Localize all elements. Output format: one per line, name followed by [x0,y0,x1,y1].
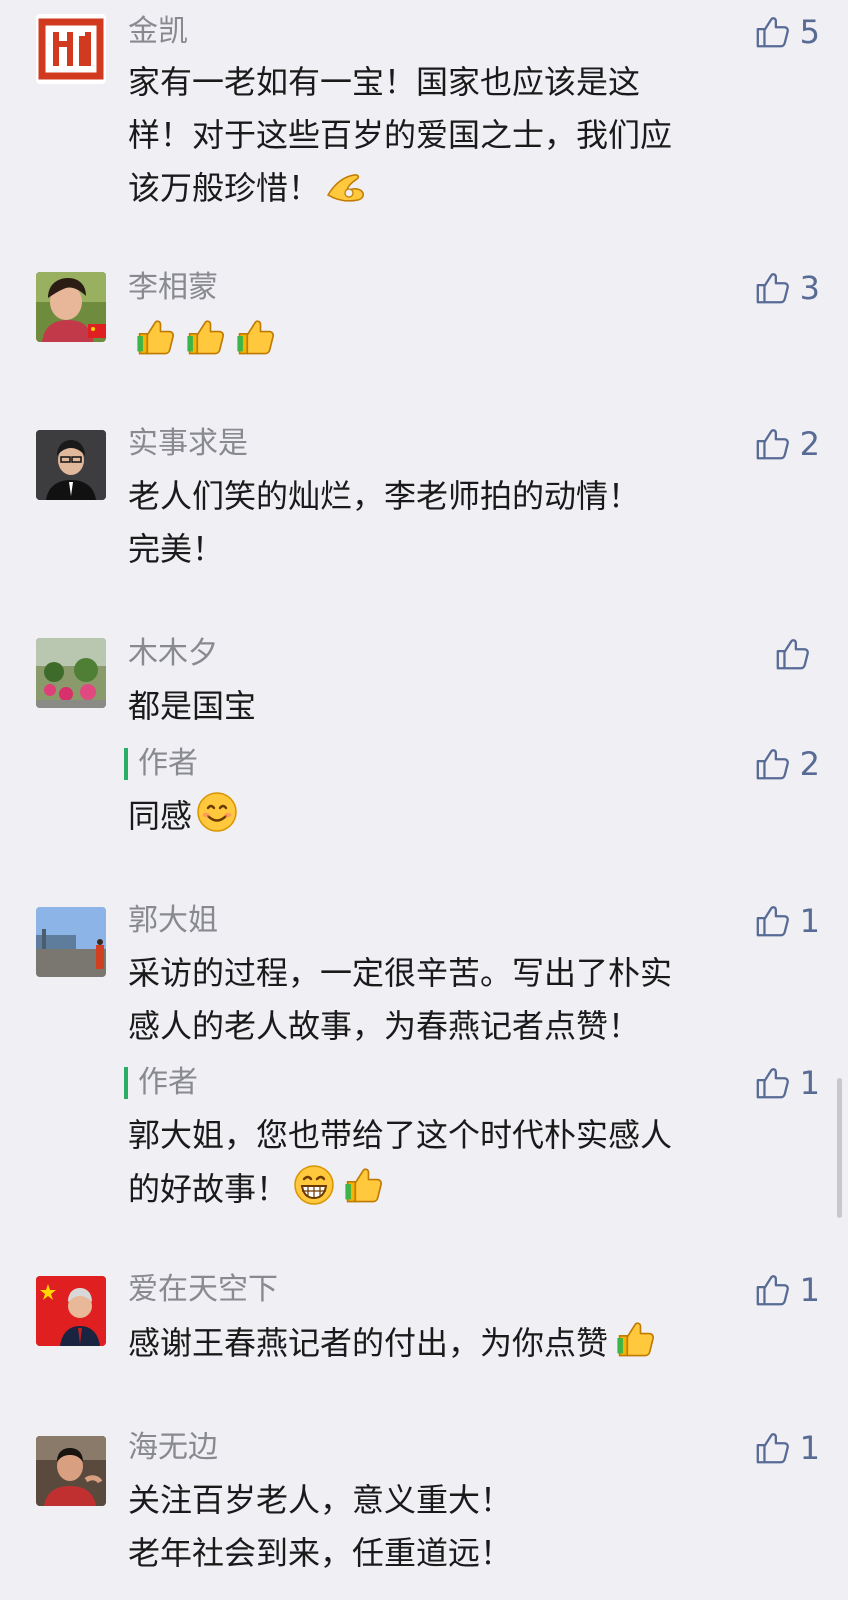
like-button[interactable]: 2 [754,744,820,784]
commenter-name[interactable]: 郭大姐 [128,901,218,941]
thumbs-up-emoji-icon [182,314,228,358]
like-count: 1 [799,1271,820,1309]
thumbs-up-icon [754,425,792,463]
thumbs-up-icon [754,1064,792,1102]
avatar[interactable] [36,272,106,342]
avatar[interactable] [36,1276,106,1346]
thumbs-up-icon [754,13,792,51]
commenter-name[interactable]: 实事求是 [128,424,248,464]
like-count: 1 [799,1429,820,1467]
comment-text: 采访的过程，一定很辛苦。写出了朴实 感人的老人故事，为春燕记者点赞！ [128,954,673,1045]
like-button[interactable]: 5 [754,12,820,52]
avatar[interactable] [36,14,106,84]
author-label: 作者 [138,1065,198,1100]
thumbs-up-icon [754,269,792,307]
smile-emoji-icon [197,792,237,832]
thumbs-up-icon [754,1271,792,1309]
like-count: 2 [799,745,820,783]
like-button[interactable]: 1 [754,1270,820,1310]
avatar[interactable] [36,907,106,977]
commenter-name[interactable]: 爱在天空下 [128,1270,278,1310]
grin-emoji-icon [294,1165,334,1205]
thumbs-up-emoji-icon [340,1162,386,1206]
reply-text: 同感 [128,790,768,843]
commenter-name[interactable]: 海无边 [128,1428,218,1468]
avatar[interactable] [36,430,106,500]
comment-text: 家有一老如有一宝！国家也应该是这 样！对于这些百岁的爱国之士，我们应 该万般珍惜… [128,63,673,207]
thumbs-up-icon [754,902,792,940]
like-button[interactable]: 1 [754,901,820,941]
thumbs-up-icon [774,635,812,673]
like-count: 1 [799,1064,820,1102]
like-button[interactable] [774,634,820,674]
thumbs-up-emoji-icon [232,314,278,358]
like-count: 1 [799,902,820,940]
commenter-name[interactable]: 金凯 [128,12,188,52]
comment-text: 感谢王春燕记者的付出，为你点赞 [128,1316,828,1370]
comment-text: 关注百岁老人，意义重大！ 老年社会到来，任重道远！ [128,1481,513,1572]
author-reply-marker [124,748,128,780]
like-button[interactable]: 2 [754,424,820,464]
thumbs-up-icon [754,1429,792,1467]
scrollbar[interactable] [837,1078,842,1218]
thumbs-up-icon [754,745,792,783]
reply-text: 郭大姐，您也带给了这个时代朴实感人 的好故事！ [128,1116,673,1208]
avatar[interactable] [36,638,106,708]
like-button[interactable]: 3 [754,268,820,308]
thumbs-up-emoji-icon [132,314,178,358]
like-button[interactable]: 1 [754,1428,820,1468]
like-button[interactable]: 1 [754,1063,820,1103]
like-count: 5 [799,13,820,51]
avatar[interactable] [36,1436,106,1506]
comment-text: 都是国宝 [128,687,257,725]
ok-hand-emoji-icon [326,174,365,202]
author-label: 作者 [138,746,198,781]
thumbs-up-emoji-icon [612,1316,658,1360]
commenter-name[interactable]: 木木夕 [128,634,218,674]
author-reply-marker [124,1067,128,1099]
commenter-name[interactable]: 李相蒙 [128,268,218,308]
like-count: 2 [799,425,820,463]
comment-text [128,314,768,368]
comment-text: 老人们笑的灿烂，李老师拍的动情！ 完美！ [128,477,641,568]
like-count: 3 [799,269,820,307]
